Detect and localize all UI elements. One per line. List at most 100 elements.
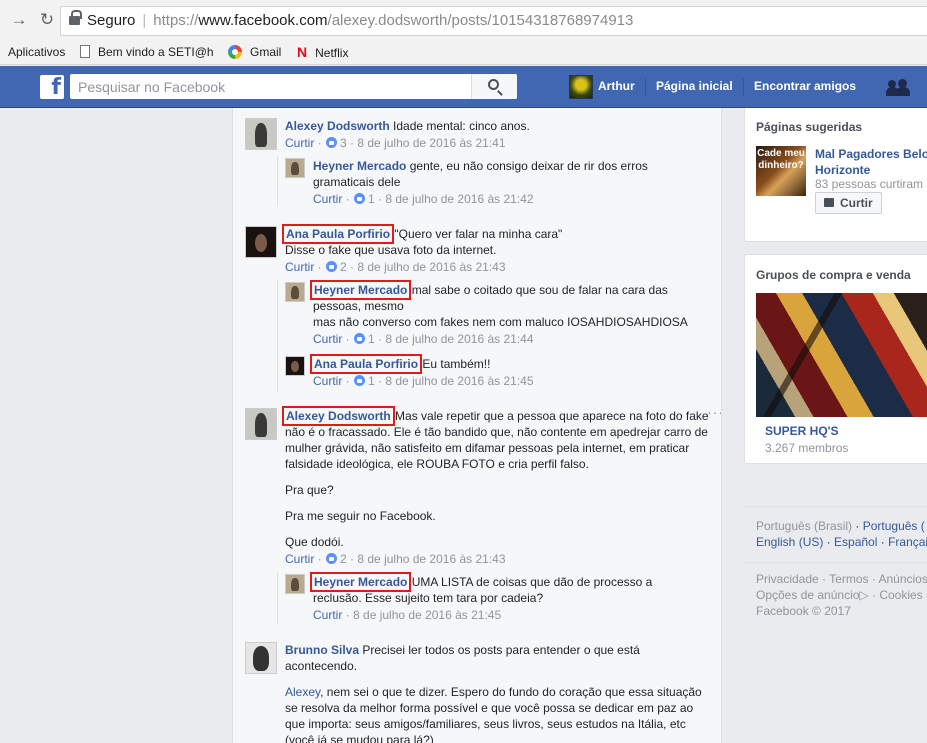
timestamp[interactable]: 8 de julho de 2016 às 21:43	[357, 260, 505, 274]
cookies-link[interactable]: · Cookies	[872, 588, 923, 602]
avatar[interactable]	[245, 642, 277, 674]
avatar[interactable]	[245, 226, 277, 258]
like-count[interactable]: 3	[340, 136, 347, 150]
current-language: Português (Brasil)	[756, 519, 853, 533]
comment-text: UMA LISTA de coisas que dão de processo …	[411, 575, 653, 589]
page-name-line: Horizonte	[815, 163, 871, 177]
language-link[interactable]: Português (	[863, 519, 925, 533]
timestamp[interactable]: 8 de julho de 2016 às 21:42	[385, 192, 533, 206]
like-link[interactable]: Curtir	[313, 332, 342, 346]
like-count[interactable]: 1	[368, 332, 375, 346]
page-thumbnail[interactable]: Cade meu dinheiro?	[756, 146, 806, 196]
comment-text: Mas vale repetir que a pessoa que aparec…	[395, 409, 709, 423]
address-bar[interactable]: Seguro | https://www.facebook.com/alexey.d…	[60, 6, 927, 36]
comment-text: Pra me seguir no Facebook.	[285, 509, 436, 523]
timestamp[interactable]: 8 de julho de 2016 às 21:41	[357, 136, 505, 150]
mention-link[interactable]: Alexey	[285, 685, 320, 699]
avatar[interactable]	[285, 356, 305, 376]
page-thumbnail-text: Cade meu dinheiro?	[757, 148, 805, 171]
comment-text: gramaticais dele	[313, 175, 401, 189]
like-link[interactable]: Curtir	[313, 608, 342, 622]
reload-icon[interactable]: ↻	[36, 9, 58, 31]
group-cover-image[interactable]	[756, 293, 927, 417]
friend-requests-icon[interactable]	[886, 78, 910, 96]
comment-meta: Curtir · 3 · 8 de julho de 2016 às 21:41	[285, 136, 506, 150]
browser-toolbar: → ↻ Seguro | https://www.facebook.com/alex…	[0, 0, 927, 40]
profile-link[interactable]: Arthur	[598, 78, 635, 94]
comment-text: mas não converso com fakes nem com maluc…	[313, 315, 688, 329]
search-input[interactable]	[70, 74, 470, 99]
facebook-logo-icon[interactable]: f	[40, 75, 64, 100]
reply-thread-line	[277, 572, 278, 624]
comment-meta: Curtir · 1 · 8 de julho de 2016 às 21:42	[313, 192, 534, 206]
timestamp[interactable]: 8 de julho de 2016 às 21:45	[353, 608, 501, 622]
home-link[interactable]: Página inicial	[656, 78, 733, 94]
comment: Brunno Silva Precisei ler todos os posts…	[285, 642, 702, 743]
user-avatar[interactable]	[569, 75, 593, 99]
header-divider	[645, 78, 646, 96]
comment-text: não é o fracassado. Ele é tão bandido qu…	[285, 425, 708, 439]
comment-text: , nem sei o que te dizer. Espero do fund…	[320, 685, 702, 699]
comment-author[interactable]: Ana Paula Porfirio	[309, 354, 423, 374]
reply: Heyner Mercado gente, eu não consigo dei…	[313, 158, 648, 207]
group-name-link[interactable]: SUPER HQ'S	[765, 424, 839, 438]
comment-author[interactable]: Heyner Mercado	[309, 572, 412, 592]
language-link[interactable]: English (US)	[756, 535, 823, 549]
like-count[interactable]: 1	[368, 374, 375, 388]
search-button[interactable]	[471, 74, 517, 99]
like-link[interactable]: Curtir	[313, 374, 342, 388]
url-host: www.facebook.com	[198, 12, 328, 29]
bookmark-netflix[interactable]: N Netflix	[297, 44, 348, 61]
like-reaction-icon	[326, 261, 338, 272]
comment-text: acontecendo.	[285, 659, 358, 673]
like-count[interactable]: 1	[368, 192, 375, 206]
comment-author[interactable]: Brunno Silva	[285, 643, 359, 657]
groups-card: Grupos de compra e venda SUPER HQ'S 3.26…	[744, 254, 927, 464]
like-link[interactable]: Curtir	[285, 260, 314, 274]
page-name-link[interactable]: Mal Pagadores Belo Horizonte	[815, 146, 927, 178]
avatar[interactable]	[285, 574, 305, 594]
comment-text: Idade mental: cinco anos.	[393, 119, 530, 133]
like-link[interactable]: Curtir	[285, 136, 314, 150]
comments-feed: Alexey Dodsworth Idade mental: cinco ano…	[232, 108, 722, 743]
comment-author[interactable]: Heyner Mercado	[313, 159, 406, 173]
like-link[interactable]: Curtir	[285, 552, 314, 566]
back-arrow-icon[interactable]: →	[8, 9, 30, 31]
comment-author[interactable]: Heyner Mercado	[309, 280, 412, 300]
footer-ad-choices[interactable]: Opções de anúncio▷ · Cookies	[756, 587, 923, 603]
bookmark-gmail-label: Gmail	[250, 45, 282, 59]
ad-choices-link[interactable]: Opções de anúncio	[756, 588, 859, 602]
search-box	[70, 74, 517, 99]
suggested-pages-card: Páginas sugeridas Cade meu dinheiro? Mal…	[744, 108, 927, 242]
reply: Heyner Mercado mal sabe o coitado que so…	[309, 280, 688, 347]
comment-author[interactable]: Alexey Dodsworth	[285, 119, 390, 133]
timestamp[interactable]: 8 de julho de 2016 às 21:45	[385, 374, 533, 388]
bookmark-gmail[interactable]: Gmail	[228, 44, 281, 60]
bookmark-seti[interactable]: Bem vindo a SETI@h	[80, 44, 214, 60]
timestamp[interactable]: 8 de julho de 2016 às 21:43	[357, 552, 505, 566]
language-link[interactable]: Françai	[888, 535, 927, 549]
reply: Heyner Mercado UMA LISTA de coisas que d…	[309, 572, 653, 623]
avatar[interactable]	[285, 158, 305, 178]
lock-icon	[69, 10, 82, 25]
comment-text: mal sabe o coitado que sou de falar na c…	[411, 283, 668, 297]
bookmark-apps[interactable]: Aplicativos	[8, 44, 65, 60]
avatar[interactable]	[285, 282, 305, 302]
find-friends-link[interactable]: Encontrar amigos	[754, 78, 856, 94]
footer-links[interactable]: Privacidade · Termos · Anúncios	[756, 571, 927, 587]
comment-author[interactable]: Alexey Dodsworth	[282, 406, 395, 426]
like-count[interactable]: 2	[340, 552, 347, 566]
like-link[interactable]: Curtir	[313, 192, 342, 206]
timestamp[interactable]: 8 de julho de 2016 às 21:44	[385, 332, 533, 346]
comment-author[interactable]: Ana Paula Porfirio	[281, 224, 395, 244]
ad-choices-icon: ▷	[859, 588, 869, 602]
language-link[interactable]: Español	[834, 535, 877, 549]
comment-meta: Curtir · 8 de julho de 2016 às 21:45	[313, 608, 502, 622]
avatar[interactable]	[245, 118, 277, 150]
like-page-button[interactable]: Curtir	[815, 192, 882, 214]
page-name-line: Mal Pagadores Belo	[815, 147, 927, 161]
more-options-icon[interactable]: ···	[707, 404, 721, 420]
reply: Ana Paula Porfirio Eu também!! Curtir · …	[309, 354, 534, 389]
like-count[interactable]: 2	[340, 260, 347, 274]
avatar[interactable]	[245, 408, 277, 440]
